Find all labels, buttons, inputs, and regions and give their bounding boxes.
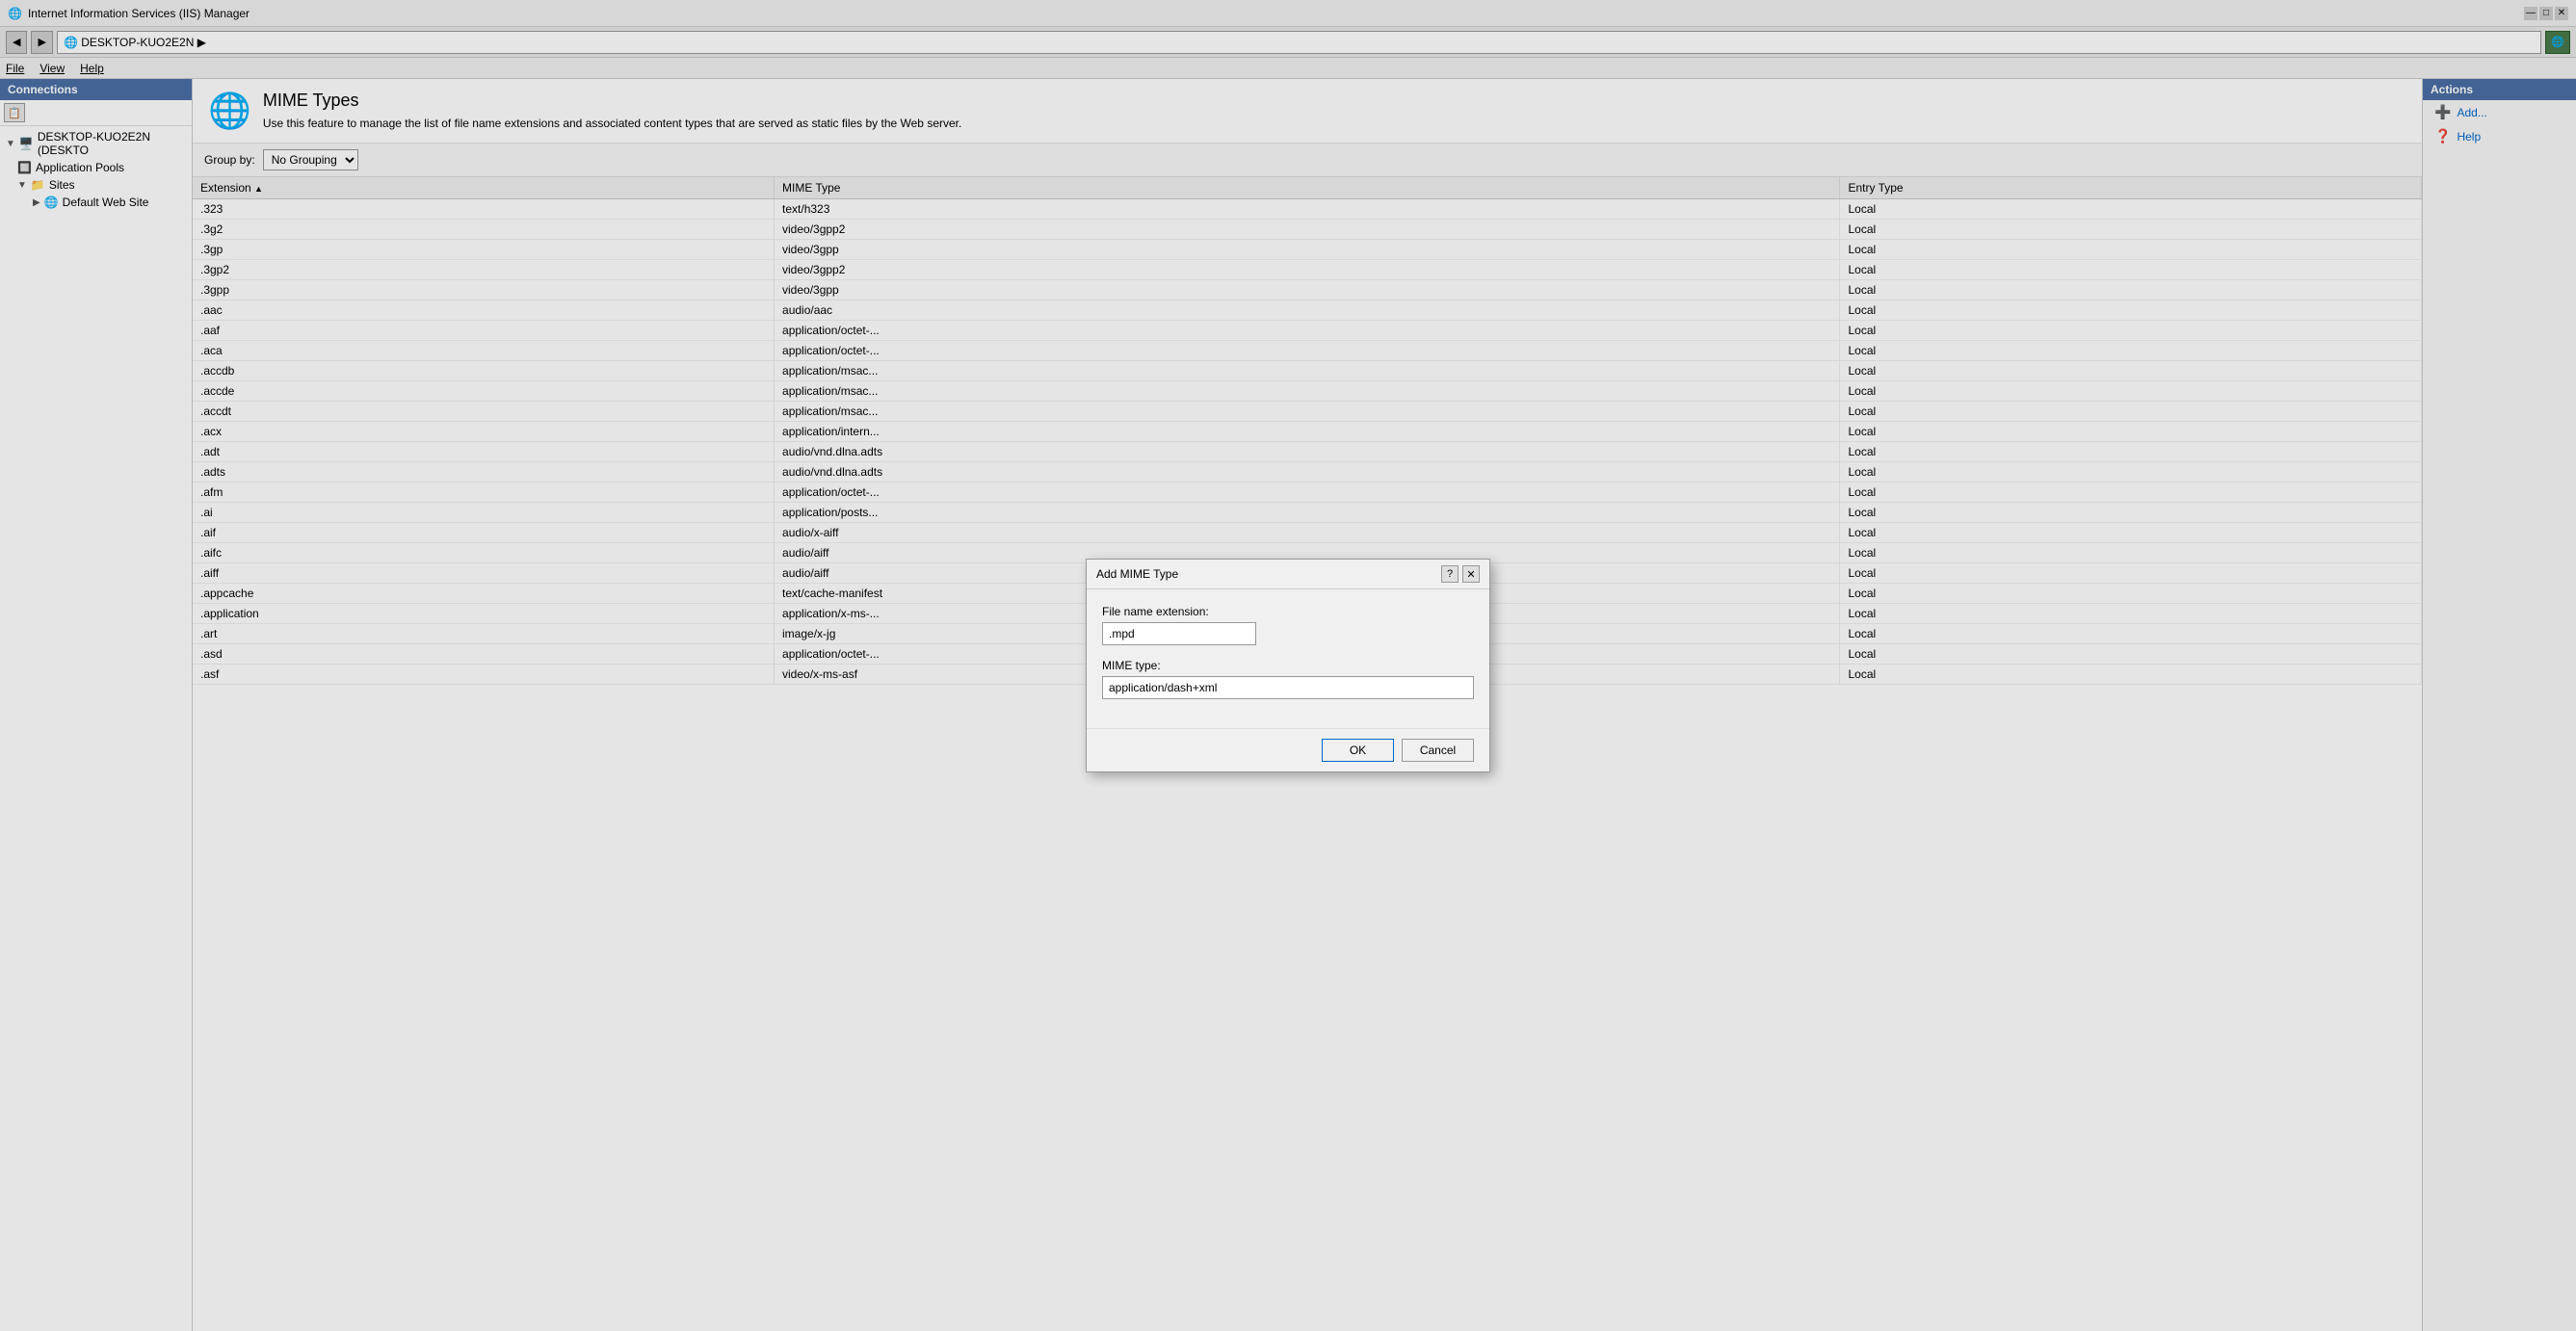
modal-close-button[interactable]: ✕: [1462, 565, 1480, 583]
modal-help-button[interactable]: ?: [1441, 565, 1459, 583]
modal-body: File name extension: MIME type:: [1087, 589, 1489, 728]
file-ext-input[interactable]: [1102, 622, 1256, 645]
modal-footer: OK Cancel: [1087, 728, 1489, 771]
mime-type-label: MIME type:: [1102, 659, 1474, 672]
file-ext-label: File name extension:: [1102, 605, 1474, 618]
modal-controls: ? ✕: [1441, 565, 1480, 583]
mime-type-group: MIME type:: [1102, 659, 1474, 699]
add-mime-dialog: Add MIME Type ? ✕ File name extension: M…: [1086, 559, 1490, 772]
ok-button[interactable]: OK: [1322, 739, 1394, 762]
modal-overlay: Add MIME Type ? ✕ File name extension: M…: [0, 0, 2576, 1331]
mime-type-input[interactable]: [1102, 676, 1474, 699]
file-ext-group: File name extension:: [1102, 605, 1474, 645]
modal-titlebar: Add MIME Type ? ✕: [1087, 560, 1489, 589]
modal-title: Add MIME Type: [1096, 567, 1178, 581]
cancel-button[interactable]: Cancel: [1402, 739, 1474, 762]
